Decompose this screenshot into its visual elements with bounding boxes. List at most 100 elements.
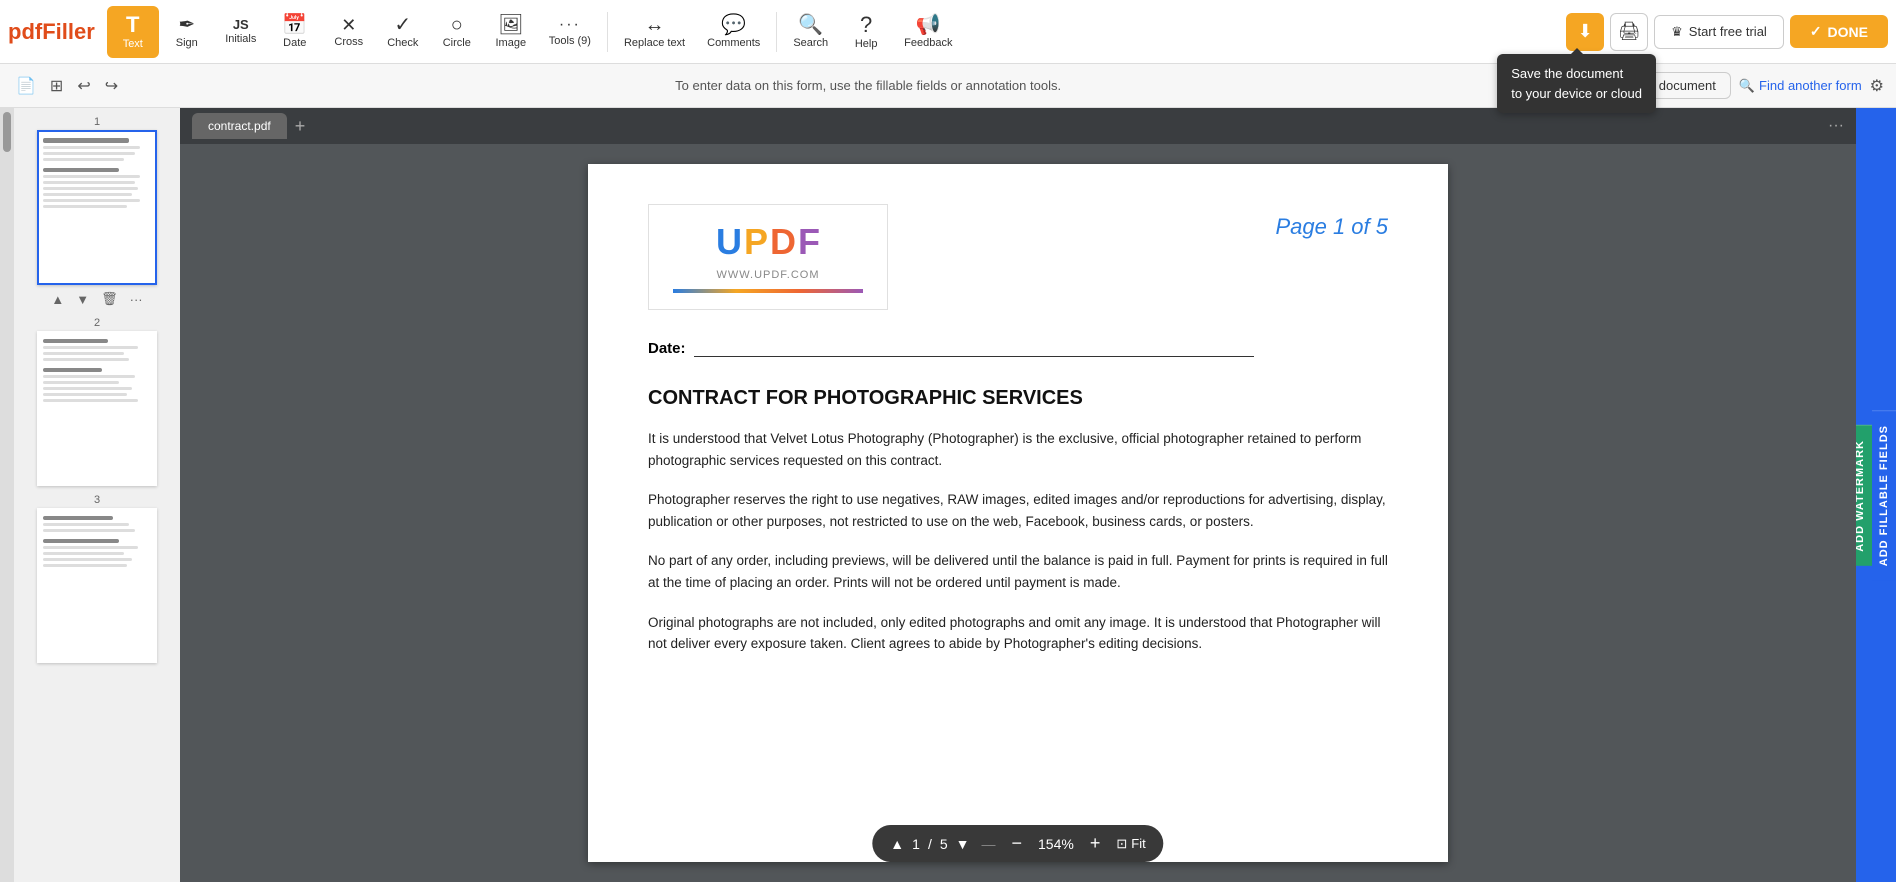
print-button[interactable]: 🖨 <box>1610 13 1648 51</box>
start-trial-label: Start free trial <box>1689 24 1767 39</box>
gear-icon: ⚙ <box>1870 78 1884 95</box>
updf-logo-text: U P D F <box>673 221 863 263</box>
thumb-number-3: 3 <box>94 494 100 506</box>
secondary-toolbar: 📄 ⊞ ↩ ↪ To enter data on this form, use … <box>0 64 1896 108</box>
tool-initials[interactable]: JS Initials <box>215 6 267 58</box>
thumbnail-3[interactable]: 3 <box>22 494 172 663</box>
date-line: Date: <box>648 340 1388 357</box>
zoom-in-button[interactable]: + <box>1086 833 1105 854</box>
left-panel: 1 ▲ ▼ 🗑 ··· <box>0 108 180 882</box>
thumb-line <box>43 158 124 161</box>
zoom-bar: ▲ 1 / 5 ▼ — − 154% + ⊡ Fit <box>872 825 1163 862</box>
thumb-number-1: 1 <box>94 116 100 128</box>
zoom-separator: — <box>982 836 996 852</box>
thumb-line <box>43 558 132 561</box>
tool-text[interactable]: T Text <box>107 6 159 58</box>
pages-icon-button[interactable]: 📄 <box>12 72 40 100</box>
tool-sign-label: Sign <box>176 37 198 49</box>
toolbar-tools: T Text ✒ Sign JS Initials 📅 Date ✕ Cross… <box>107 6 1566 58</box>
thumb-line <box>43 539 119 543</box>
done-button[interactable]: ✓ DONE <box>1790 15 1888 48</box>
replace-icon: ↔ <box>645 15 665 35</box>
updf-url: WWW.UPDF.COM <box>673 269 863 281</box>
doc-tab-contract[interactable]: contract.pdf <box>192 113 287 139</box>
thumbnail-2[interactable]: 2 <box>22 317 172 486</box>
tool-comments[interactable]: 💬 Comments <box>697 6 770 58</box>
thumbnail-1[interactable]: 1 ▲ ▼ 🗑 ··· <box>22 116 172 309</box>
thumb-line <box>43 523 129 526</box>
start-trial-button[interactable]: ♛ Start free trial <box>1654 15 1784 49</box>
tool-sign[interactable]: ✒ Sign <box>161 6 213 58</box>
thumb-line <box>43 199 140 202</box>
tool-circle[interactable]: ○ Circle <box>431 6 483 58</box>
doc-tab-add-button[interactable]: + <box>295 116 306 137</box>
tool-feedback[interactable]: 📢 Feedback <box>894 6 962 58</box>
thumb-line <box>43 375 135 378</box>
thumb-line <box>43 352 124 355</box>
zoom-out-button[interactable]: − <box>1008 833 1027 854</box>
circle-icon: ○ <box>451 15 463 35</box>
undo-button[interactable]: ↩ <box>73 72 94 100</box>
tool-replace-label: Replace text <box>624 37 685 49</box>
page-next-button[interactable]: ▼ <box>956 836 970 852</box>
comments-icon: 💬 <box>721 15 746 35</box>
image-icon: 🖼 <box>498 15 523 35</box>
pdf-page: U P D F WWW.UPDF.COM Page 1 of 5 <box>588 164 1448 862</box>
cross-icon: ✕ <box>341 16 356 34</box>
sign-document-label: Sign document <box>1629 78 1716 93</box>
page-prev-button[interactable]: ▲ <box>890 836 904 852</box>
top-toolbar: pdfFiller T Text ✒ Sign JS Initials 📅 Da… <box>0 0 1896 64</box>
thumb-line <box>43 181 135 184</box>
thumb-line <box>43 339 108 343</box>
tools9-icon: ··· <box>559 17 581 33</box>
sign-icon: ✒ <box>178 15 195 35</box>
thumb-line <box>43 138 129 143</box>
tool-cross[interactable]: ✕ Cross <box>323 6 375 58</box>
thumb-delete-btn[interactable]: 🗑 <box>97 289 122 309</box>
tool-initials-label: Initials <box>225 33 256 45</box>
toolbar-separator <box>607 12 608 52</box>
thumbnails-icon-button[interactable]: ⊞ <box>46 72 67 100</box>
doc-tab-menu-button[interactable]: ··· <box>1828 117 1844 135</box>
undo-icon: ↩ <box>77 76 90 96</box>
thumb-line <box>43 516 113 520</box>
thumb-up-btn[interactable]: ▲ <box>47 289 68 309</box>
find-form-button[interactable]: 🔍 Find another form <box>1739 78 1862 94</box>
help-icon: ? <box>860 14 872 36</box>
tool-check[interactable]: ✓ Check <box>377 6 429 58</box>
sign-document-button[interactable]: Sign document <box>1614 72 1731 99</box>
secondary-right: Sign document 🔍 Find another form ⚙ <box>1614 72 1884 99</box>
thumb-down-btn[interactable]: ▼ <box>72 289 93 309</box>
done-check-icon: ✓ <box>1810 23 1822 40</box>
tool-replace[interactable]: ↔ Replace text <box>614 6 695 58</box>
tab-add-fillable-fields-label: ADD FILLABLE FIELDS <box>1878 425 1890 566</box>
tool-comments-label: Comments <box>707 37 760 49</box>
updf-u: U <box>716 221 742 263</box>
thumb-line <box>43 399 138 402</box>
tab-add-fillable-fields[interactable]: ADD FILLABLE FIELDS <box>1872 410 1896 580</box>
tool-date[interactable]: 📅 Date <box>269 6 321 58</box>
toolbar-separator-2 <box>776 12 777 52</box>
tool-search[interactable]: 🔍 Search <box>783 6 838 58</box>
tab-add-watermark-label: ADD WATERMARK <box>1856 440 1866 552</box>
tool-search-label: Search <box>793 37 828 49</box>
right-panel: ADD FILLABLE FIELDS ADD WATERMARK VERSIO… <box>1856 108 1896 882</box>
zoom-fit-button[interactable]: ⊡ Fit <box>1116 836 1145 852</box>
tab-add-watermark[interactable]: ADD WATERMARK <box>1856 425 1872 566</box>
pages-icon: 📄 <box>16 76 36 96</box>
left-scrollbar[interactable] <box>0 108 14 882</box>
redo-button[interactable]: ↪ <box>101 72 122 100</box>
page-separator: / <box>928 836 932 852</box>
thumb-more-btn[interactable]: ··· <box>126 289 147 309</box>
settings-button[interactable]: ⚙ <box>1870 76 1884 96</box>
download-button[interactable]: ⬇ <box>1566 13 1604 51</box>
tool-image[interactable]: 🖼 Image <box>485 6 537 58</box>
notification-bar: To enter data on this form, use the fill… <box>134 78 1602 93</box>
thumb-line <box>43 346 138 349</box>
tool-tools9[interactable]: ··· Tools (9) <box>539 6 601 58</box>
tool-help[interactable]: ? Help <box>840 6 892 58</box>
updf-logo: U P D F WWW.UPDF.COM <box>648 204 888 310</box>
thumb-actions-1: ▲ ▼ 🗑 ··· <box>47 289 146 309</box>
thumb-line <box>43 187 138 190</box>
thumb-line <box>43 393 127 396</box>
